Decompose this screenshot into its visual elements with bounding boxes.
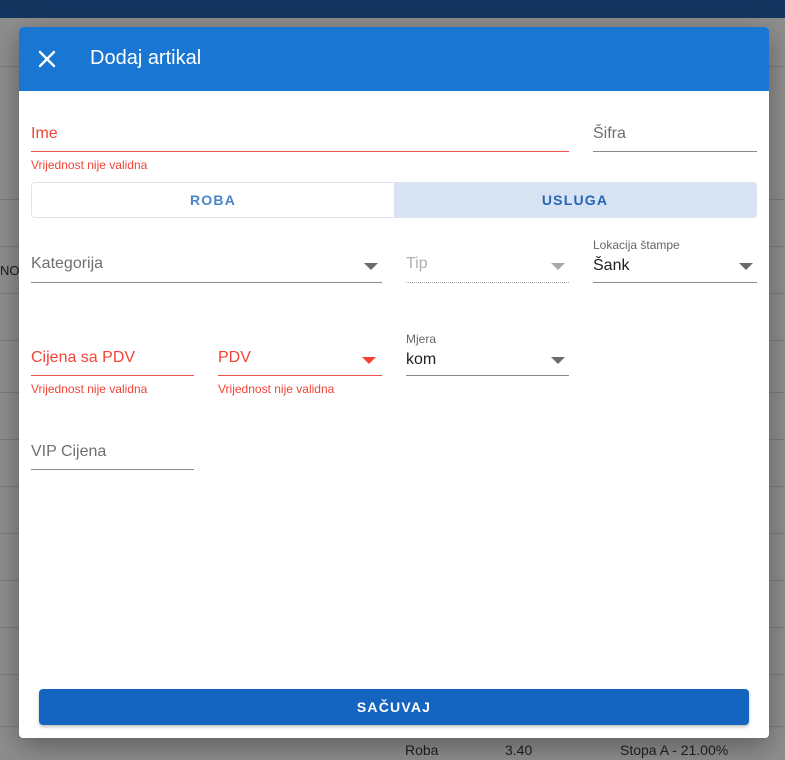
background-cell-price: 3.40 — [505, 742, 533, 758]
vip-price-field[interactable]: VIP Cijena — [31, 426, 194, 472]
category-select[interactable]: Kategorija — [31, 238, 382, 284]
vip-price-underline — [31, 469, 194, 470]
close-icon[interactable] — [35, 47, 59, 71]
name-field-underline — [31, 151, 569, 152]
vip-price-label: VIP Cijena — [31, 443, 107, 460]
price-with-vat-field[interactable]: Cijena sa PDV Vrijednost nije validna — [31, 332, 194, 398]
toggle-usluga[interactable]: USLUGA — [394, 183, 756, 217]
price-with-vat-label: Cijena sa PDV — [31, 349, 136, 366]
vat-select[interactable]: PDV Vrijednost nije validna — [218, 332, 382, 398]
code-field[interactable]: Šifra — [593, 123, 757, 155]
vat-select-underline — [218, 375, 382, 376]
dialog-title: Dodaj artikal — [90, 47, 202, 69]
background-cell-type: Roba — [405, 742, 439, 758]
background-cell-tax: Stopa A - 21.00% — [620, 742, 729, 758]
category-select-label: Kategorija — [31, 255, 104, 272]
toggle-roba[interactable]: ROBA — [32, 183, 394, 217]
background-app-bar — [0, 0, 785, 18]
save-button[interactable]: SAČUVAJ — [39, 689, 749, 725]
type-select-label: Tip — [406, 255, 428, 272]
chevron-down-icon — [362, 357, 376, 364]
chevron-down-icon — [364, 263, 378, 270]
type-select-underline — [406, 282, 569, 283]
unit-select[interactable]: Mjera kom — [406, 332, 569, 378]
vat-select-label: PDV — [218, 349, 251, 366]
add-article-dialog: Dodaj artikal Ime Vrijednost nije validn… — [19, 27, 769, 738]
name-field-label: Ime — [31, 125, 58, 142]
price-with-vat-underline — [31, 375, 194, 376]
name-field[interactable]: Ime Vrijednost nije validna — [31, 123, 569, 173]
unit-select-label: Mjera — [406, 332, 437, 346]
category-select-underline — [31, 282, 382, 283]
price-with-vat-error: Vrijednost nije validna — [31, 382, 148, 396]
print-location-select[interactable]: Lokacija štampe Šank — [593, 238, 757, 284]
article-type-toggle: ROBA USLUGA — [31, 182, 757, 218]
vat-select-error: Vrijednost nije validna — [218, 382, 335, 396]
unit-select-value: kom — [406, 351, 437, 368]
print-location-label: Lokacija štampe — [593, 238, 680, 252]
code-field-underline — [593, 151, 757, 152]
type-select: Tip — [406, 238, 569, 284]
print-location-value: Šank — [593, 257, 630, 274]
chevron-down-icon — [551, 357, 565, 364]
chevron-down-icon — [739, 263, 753, 270]
chevron-down-icon — [551, 263, 565, 270]
code-field-label: Šifra — [593, 125, 626, 142]
dialog-header: Dodaj artikal — [19, 27, 769, 91]
print-location-underline — [593, 282, 757, 283]
unit-select-underline — [406, 375, 569, 376]
name-field-error: Vrijednost nije validna — [31, 158, 148, 172]
